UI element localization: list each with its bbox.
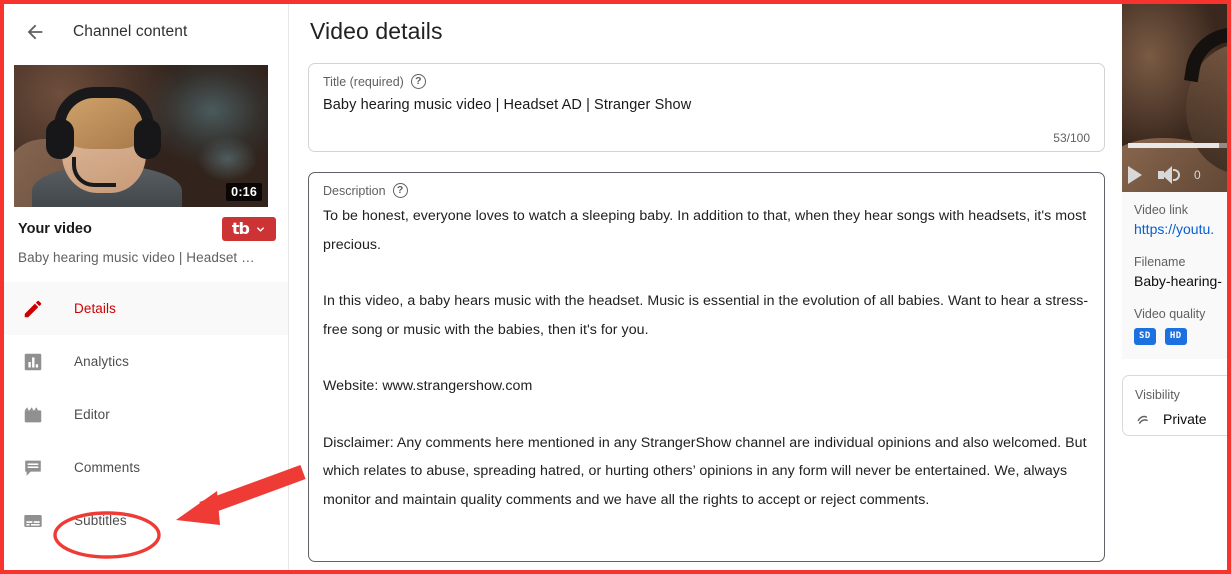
video-thumbnail[interactable]: 0:16 — [14, 65, 268, 207]
player-time: 0 — [1194, 168, 1201, 182]
sidebar-item-editor[interactable]: Editor — [4, 388, 288, 441]
sidebar-item-analytics[interactable]: Analytics — [4, 335, 288, 388]
video-meta: Your video tb Baby hearing music video |… — [4, 207, 288, 265]
help-icon[interactable]: ? — [410, 74, 426, 89]
help-icon[interactable]: ? — [392, 183, 408, 198]
tubebuddy-logo: tb — [231, 219, 250, 238]
sidebar-item-comments[interactable]: Comments — [4, 441, 288, 494]
quality-badges: SD HD — [1134, 328, 1227, 345]
sidebar-item-label: Subtitles — [74, 513, 127, 528]
description-field[interactable]: Description ? To be honest, everyone lov… — [308, 172, 1105, 562]
sidebar-item-label: Editor — [74, 407, 110, 422]
play-icon[interactable] — [1128, 166, 1142, 184]
sidebar-item-label: Details — [74, 301, 116, 316]
chevron-down-icon — [257, 226, 264, 232]
video-link-value[interactable]: https://youtu. — [1134, 221, 1227, 237]
title-field-value: Baby hearing music video | Headset AD | … — [323, 97, 692, 113]
clapperboard-icon — [22, 404, 48, 426]
title-field[interactable]: Title (required) ? Baby hearing music vi… — [308, 63, 1105, 152]
tubebuddy-button[interactable]: tb — [221, 217, 276, 241]
filename-value: Baby-hearing- — [1134, 273, 1222, 289]
video-link-label: Video link — [1134, 203, 1188, 217]
pencil-icon — [22, 298, 48, 320]
description-field-label-row: Description ? — [323, 183, 1090, 198]
page-title: Video details — [310, 18, 443, 44]
sidebar-header: Channel content — [4, 4, 288, 60]
sidebar-item-label: Comments — [74, 460, 141, 475]
video-meta-block: Video link https://youtu. Filename Baby-… — [1122, 192, 1227, 359]
screenshot-frame: Channel content 0:16 Your video tb Baby … — [0, 0, 1231, 574]
hd-badge: HD — [1164, 328, 1187, 345]
title-char-counter: 53/100 — [1053, 131, 1090, 145]
sidebar-item-details[interactable]: Details — [4, 282, 288, 335]
sidebar-item-subtitles[interactable]: Subtitles — [4, 494, 288, 547]
sidebar-title: Channel content — [73, 23, 188, 40]
your-video-label: Your video — [18, 221, 92, 237]
filename-label: Filename — [1134, 255, 1186, 269]
volume-icon[interactable] — [1158, 166, 1180, 184]
sidebar-nav: Details Analytics Editor Comments Subtit… — [4, 282, 288, 547]
description-field-label: Description — [323, 183, 386, 198]
visibility-row: Private — [1135, 411, 1227, 427]
video-player[interactable]: 0 — [1122, 4, 1227, 192]
speech-bubble-icon — [22, 457, 48, 479]
description-paragraph: Website: www.strangershow.com — [323, 378, 533, 394]
video-quality-label: Video quality — [1134, 307, 1206, 321]
visibility-card[interactable]: Visibility Private — [1122, 375, 1227, 436]
player-controls: 0 — [1128, 166, 1201, 184]
visibility-label: Visibility — [1135, 388, 1180, 402]
video-preview-card: 0 Video link https://youtu. Filename Bab… — [1122, 4, 1227, 359]
visibility-value: Private — [1163, 411, 1207, 427]
sidebar-item-label: Analytics — [74, 354, 129, 369]
bar-chart-icon — [22, 351, 48, 373]
left-sidebar: Channel content 0:16 Your video tb Baby … — [4, 4, 289, 570]
video-title-truncated: Baby hearing music video | Headset … — [18, 250, 255, 265]
description-paragraph: In this video, a baby hears music with t… — [323, 293, 1089, 338]
title-field-label: Title (required) — [323, 74, 404, 89]
player-progress-bar[interactable] — [1128, 143, 1227, 148]
description-text: To be honest, everyone loves to watch a … — [323, 202, 1090, 514]
duration-badge: 0:16 — [226, 183, 262, 201]
title-field-label-row: Title (required) ? — [323, 74, 1090, 89]
sd-badge: SD — [1134, 328, 1156, 345]
back-arrow-icon[interactable] — [22, 19, 48, 45]
subtitles-icon — [22, 510, 48, 532]
main-content: Video details Title (required) ? Baby he… — [290, 4, 1115, 570]
private-lock-icon — [1137, 415, 1148, 424]
right-panel: 0 Video link https://youtu. Filename Bab… — [1122, 4, 1227, 570]
description-paragraph: To be honest, everyone loves to watch a … — [323, 208, 1087, 253]
description-paragraph: Disclaimer: Any comments here mentioned … — [323, 434, 1087, 508]
